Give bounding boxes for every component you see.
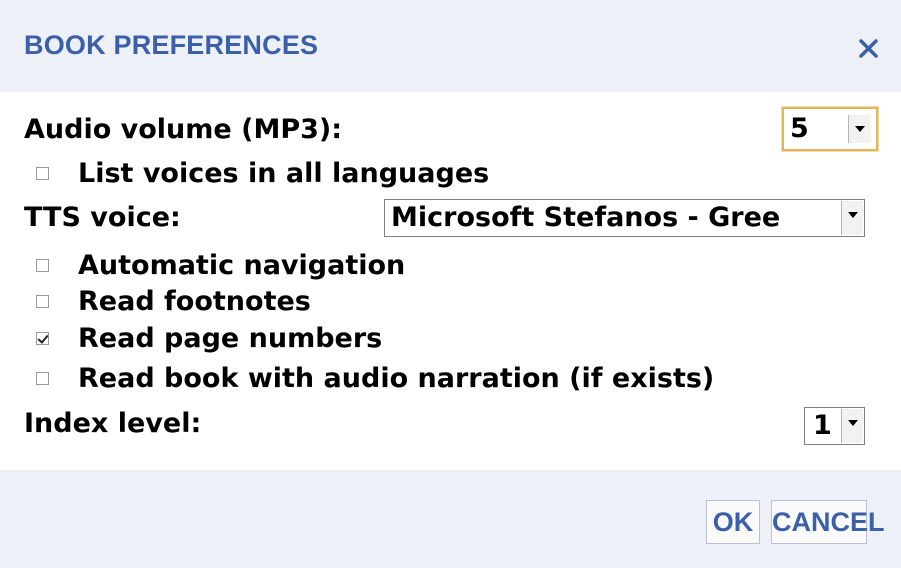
chevron-down-icon <box>841 201 863 235</box>
close-icon[interactable] <box>853 32 885 64</box>
chevron-down-icon <box>848 115 870 143</box>
read-page-numbers-checkbox-row[interactable]: Read page numbers <box>30 322 440 356</box>
book-preferences-dialog: BOOK PREFERENCES Audio volume (MP3): 5 L… <box>0 0 901 568</box>
read-footnotes-checkbox-row[interactable]: Read footnotes <box>30 285 360 319</box>
tts-voice-label: TTS voice: <box>24 202 181 233</box>
read-audio-narration-checkbox[interactable] <box>36 372 49 385</box>
read-footnotes-label: Read footnotes <box>78 286 311 317</box>
read-page-numbers-label: Read page numbers <box>78 323 383 354</box>
automatic-navigation-label: Automatic navigation <box>78 250 406 281</box>
audio-volume-select[interactable]: 5 <box>782 107 878 151</box>
dialog-content: Audio volume (MP3): 5 List voices in all… <box>0 92 901 470</box>
ok-button[interactable]: OK <box>706 500 760 544</box>
read-footnotes-checkbox[interactable] <box>36 295 49 308</box>
dialog-footer: OK CANCEL <box>0 470 901 568</box>
tts-voice-value: Microsoft Stefanos - Gree <box>391 202 781 233</box>
read-audio-narration-checkbox-row[interactable]: Read book with audio narration (if exist… <box>30 362 850 396</box>
cancel-button[interactable]: CANCEL <box>771 500 885 544</box>
tts-voice-select[interactable]: Microsoft Stefanos - Gree <box>384 199 865 237</box>
list-voices-checkbox-row[interactable]: List voices in all languages <box>30 157 550 191</box>
index-level-label: Index level: <box>24 408 202 439</box>
chevron-down-icon <box>841 409 863 443</box>
list-voices-checkbox[interactable] <box>36 167 49 180</box>
read-page-numbers-checkbox[interactable] <box>36 332 49 345</box>
audio-volume-value: 5 <box>790 113 809 144</box>
dialog-header: BOOK PREFERENCES <box>0 0 901 92</box>
index-level-value: 1 <box>813 410 832 441</box>
dialog-title: BOOK PREFERENCES <box>24 30 319 60</box>
list-voices-label: List voices in all languages <box>78 158 490 189</box>
audio-volume-label: Audio volume (MP3): <box>24 114 343 145</box>
read-audio-narration-label: Read book with audio narration (if exist… <box>78 363 715 394</box>
automatic-navigation-checkbox[interactable] <box>36 259 49 272</box>
automatic-navigation-checkbox-row[interactable]: Automatic navigation <box>30 249 450 283</box>
index-level-select[interactable]: 1 <box>804 407 865 445</box>
